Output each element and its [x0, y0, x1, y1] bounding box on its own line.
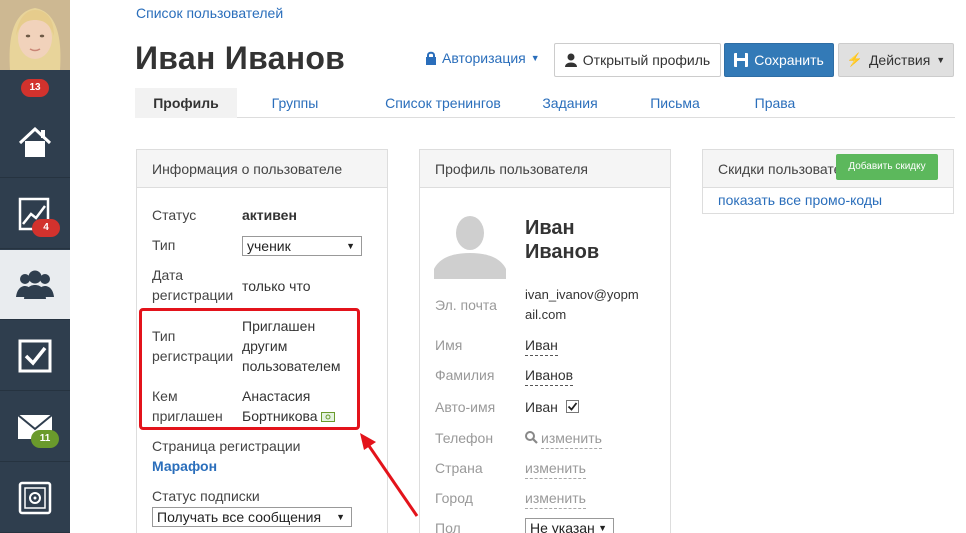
- stats-badge[interactable]: 4: [32, 219, 60, 237]
- sidebar-item-users[interactable]: [0, 250, 70, 320]
- breadcrumb[interactable]: Список пользователей: [136, 5, 283, 21]
- actions-dropdown[interactable]: ⚡ Действия ▼: [838, 43, 954, 77]
- mail-badge[interactable]: 11: [31, 430, 59, 448]
- bolt-icon: ⚡: [846, 52, 863, 67]
- type-select[interactable]: ученик ▼: [242, 236, 362, 256]
- sidebar-item-stats[interactable]: 4: [0, 179, 70, 249]
- tab-tasks[interactable]: Задания: [530, 88, 610, 118]
- country-label: Страна: [435, 460, 483, 476]
- user-info-title: Информация о пользователе: [137, 150, 387, 188]
- auto-name-checkbox[interactable]: [566, 400, 579, 413]
- notification-badge[interactable]: 13: [21, 79, 49, 97]
- subscription-select-value: Получать все сообщения: [157, 509, 322, 525]
- subscription-select[interactable]: Получать все сообщения ▼: [152, 507, 352, 527]
- first-name-label: Имя: [435, 337, 463, 353]
- annotation-highlight-box: [139, 308, 360, 430]
- users-icon: [16, 270, 54, 299]
- type-label: Тип: [152, 237, 176, 253]
- status-value: активен: [242, 207, 297, 223]
- gender-select-value: Не указан: [530, 520, 595, 533]
- city-edit-link[interactable]: изменить: [525, 488, 586, 509]
- lock-icon: [426, 51, 436, 65]
- actions-label: Действия: [868, 52, 931, 68]
- user-photo: [0, 0, 70, 70]
- chevron-down-icon: ▼: [346, 241, 355, 251]
- reg-page-link[interactable]: Марафон: [152, 456, 217, 476]
- chevron-down-icon: ▼: [530, 53, 540, 63]
- auto-name-value: Иван: [525, 399, 558, 415]
- reg-date-label-line2: регистрации: [152, 287, 234, 303]
- checkbox-icon: [18, 339, 52, 372]
- user-profile-panel: Профиль пользователя Иван Иванов Эл. поч…: [419, 149, 671, 533]
- authorization-label: Авторизация: [442, 50, 526, 66]
- email-label: Эл. почта: [435, 297, 497, 313]
- save-label: Сохранить: [754, 52, 824, 68]
- tab-rights[interactable]: Права: [740, 88, 810, 118]
- tab-groups[interactable]: Группы: [250, 88, 340, 118]
- sidebar: 13 4 11: [0, 0, 70, 533]
- phone-label: Телефон: [435, 430, 494, 446]
- gender-select[interactable]: Не указан ▼: [525, 518, 614, 533]
- profile-name-line1: Иван: [525, 217, 575, 239]
- auto-name-label: Авто-имя: [435, 399, 496, 415]
- email-value-line2[interactable]: ail.com: [525, 305, 566, 325]
- open-profile-button[interactable]: Открытый профиль: [554, 43, 721, 77]
- tab-bar: Профиль Группы Список тренингов Задания …: [135, 88, 955, 118]
- tab-letters[interactable]: Письма: [635, 88, 715, 118]
- gender-label: Пол: [435, 520, 461, 533]
- user-icon: [564, 53, 577, 67]
- sidebar-item-home[interactable]: [0, 108, 70, 178]
- add-discount-button[interactable]: Добавить скидку: [836, 154, 938, 180]
- sidebar-item-tasks[interactable]: [0, 321, 70, 391]
- chevron-down-icon: ▼: [336, 512, 345, 522]
- chevron-down-icon: ▼: [598, 523, 607, 533]
- country-edit-link[interactable]: изменить: [525, 458, 586, 479]
- user-profile-title: Профиль пользователя: [420, 150, 670, 188]
- reg-date-value: только что: [242, 278, 311, 294]
- phone-edit-link[interactable]: изменить: [541, 428, 602, 449]
- open-profile-label: Открытый профиль: [582, 52, 711, 68]
- last-name-value[interactable]: Иванов: [525, 365, 574, 386]
- subscription-label: Статус подписки: [152, 488, 260, 504]
- floppy-icon: [734, 53, 749, 67]
- chevron-down-icon: ▼: [936, 55, 946, 65]
- page-title: Иван Иванов: [135, 40, 346, 76]
- first-name-value[interactable]: Иван: [525, 335, 558, 356]
- authorization-dropdown[interactable]: Авторизация ▼: [425, 50, 540, 66]
- safe-icon: [18, 481, 52, 514]
- tab-profile[interactable]: Профиль: [135, 88, 237, 118]
- reg-date-label-line1: Дата: [152, 267, 184, 283]
- type-select-value: ученик: [247, 238, 291, 254]
- sidebar-item-settings[interactable]: [0, 463, 70, 533]
- home-icon: [18, 126, 52, 157]
- avatar[interactable]: [0, 0, 70, 70]
- show-promo-codes-link[interactable]: показать все промо-коды: [718, 190, 882, 210]
- profile-name-line2: Иванов: [525, 241, 600, 263]
- search-icon: [525, 431, 538, 444]
- last-name-label: Фамилия: [435, 367, 495, 383]
- status-label: Статус: [152, 207, 197, 223]
- tab-trainings[interactable]: Список тренингов: [358, 88, 528, 118]
- sidebar-item-mail[interactable]: 11: [0, 392, 70, 462]
- city-label: Город: [435, 490, 473, 506]
- save-button[interactable]: Сохранить: [724, 43, 834, 77]
- avatar-placeholder-icon[interactable]: [434, 207, 506, 279]
- reg-page-label: Страница регистрации: [152, 438, 301, 454]
- email-value-line1[interactable]: ivan_ivanov@yopm: [525, 285, 639, 305]
